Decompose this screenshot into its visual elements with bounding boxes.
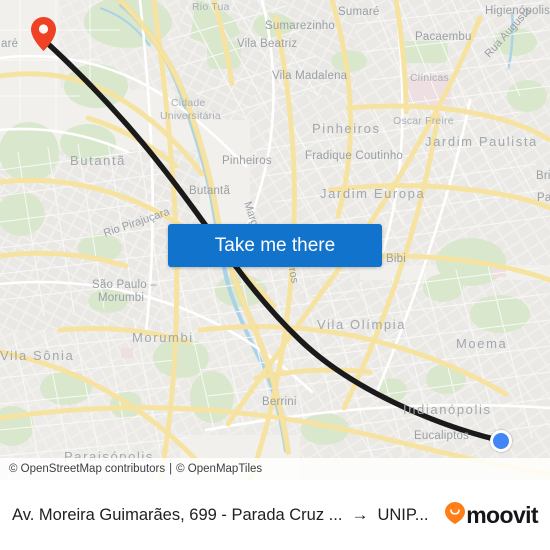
origin-address-label: Av. Moreira Guimarães, 699 - Parada Cruz… bbox=[12, 505, 343, 524]
map-attribution: © OpenStreetMap contributors | © OpenMap… bbox=[0, 458, 550, 480]
attribution-separator: | bbox=[169, 463, 173, 475]
route-endpoints: Av. Moreira Guimarães, 699 - Parada Cruz… bbox=[12, 505, 437, 525]
route-summary-bar: Av. Moreira Guimarães, 699 - Parada Cruz… bbox=[0, 480, 550, 550]
take-me-there-button[interactable]: Take me there bbox=[168, 224, 382, 267]
arrow-right-icon: → bbox=[351, 505, 369, 524]
map-pin-icon[interactable] bbox=[31, 17, 56, 51]
moovit-map-screenshot: .wt { fill:none; stroke:#aad3e8; } .rdM … bbox=[0, 0, 550, 550]
attribution-tiles[interactable]: © OpenMapTiles bbox=[176, 463, 262, 475]
blue-dot-icon[interactable] bbox=[490, 430, 512, 452]
map-canvas[interactable]: .wt { fill:none; stroke:#aad3e8; } .rdM … bbox=[0, 0, 550, 480]
moovit-wordmark: moovit bbox=[466, 501, 538, 528]
attribution-osm[interactable]: © OpenStreetMap contributors bbox=[9, 463, 165, 475]
destination-label: UNIP... bbox=[377, 505, 429, 524]
moovit-pin-icon bbox=[445, 501, 466, 529]
moovit-logo[interactable]: moovit bbox=[445, 501, 539, 529]
